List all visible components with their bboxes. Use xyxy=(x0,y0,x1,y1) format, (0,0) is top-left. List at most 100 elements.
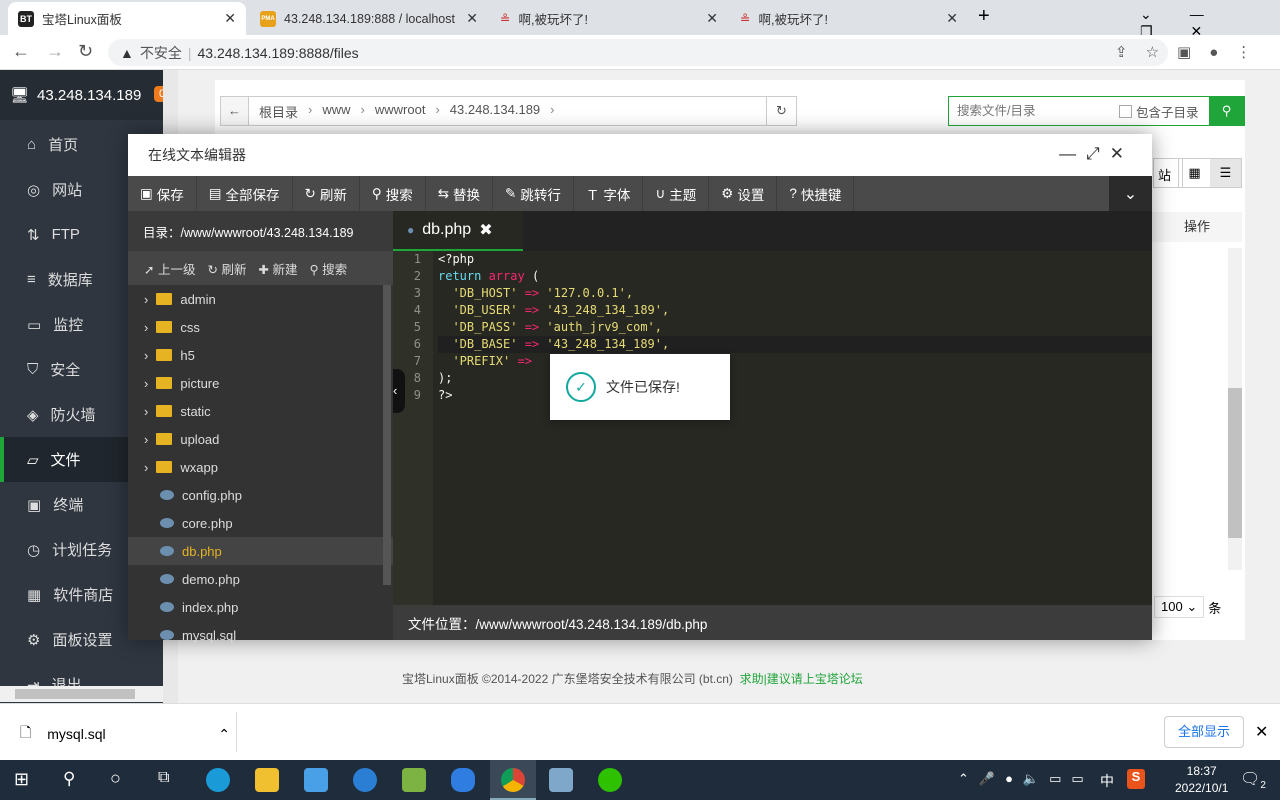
grid-view-icon[interactable]: ▦ xyxy=(1179,159,1210,187)
browser-tab[interactable]: ≗ 啊,被玩坏了! ✕ xyxy=(730,2,968,35)
directory-path: 目录：/www/wwwroot/43.248.134.189 xyxy=(128,211,393,251)
download-item[interactable]: 🗋 mysql.sql ⌃ xyxy=(20,722,230,746)
php-file-icon: ● xyxy=(407,223,415,237)
breadcrumb-item[interactable]: 43.248.134.189 xyxy=(450,102,540,121)
close-tab-icon[interactable]: ✖ xyxy=(479,220,492,240)
browser-tab[interactable]: ≗ 啊,被玩坏了! ✕ xyxy=(490,2,728,35)
code-line: 'PREFIX' => xyxy=(438,353,1152,370)
toolbar-button[interactable]: ▣ 保存 xyxy=(128,176,197,211)
search-input[interactable] xyxy=(949,104,1119,118)
close-icon[interactable]: ✕ xyxy=(946,10,958,27)
toolbar-button[interactable]: ⇆ 替换 xyxy=(426,176,494,211)
notepad-icon[interactable] xyxy=(402,768,426,792)
forward-icon[interactable]: → xyxy=(46,41,64,62)
breadcrumb-item[interactable]: wwwroot xyxy=(375,102,426,121)
include-subdir-checkbox[interactable] xyxy=(1119,104,1132,118)
collapse-panel-icon[interactable]: ‹ xyxy=(393,369,405,413)
maximize-icon[interactable]: ⤢ xyxy=(1086,144,1110,163)
tree-item[interactable]: demo.php xyxy=(128,565,393,593)
app-icon[interactable] xyxy=(304,768,328,792)
browser-tab-strip: BT 宝塔Linux面板 ✕ PMA 43.248.134.189:888 / loc… xyxy=(0,0,1280,39)
toolbar-button[interactable]: ∪ 主题 xyxy=(643,176,710,211)
show-all-button[interactable]: 全部显示 xyxy=(1164,716,1244,748)
toolbar-button[interactable]: ⚲ 搜索 xyxy=(360,176,426,211)
horizontal-scrollbar[interactable] xyxy=(0,686,163,702)
file-toolbar-button[interactable]: ➚ 上一级 xyxy=(144,259,195,278)
refresh-icon[interactable]: ↻ xyxy=(766,97,796,125)
tree-item[interactable]: › static xyxy=(128,397,393,425)
wechat-icon[interactable] xyxy=(598,768,622,792)
tree-item[interactable]: › h5 xyxy=(128,341,393,369)
close-icon[interactable]: ✕ xyxy=(224,10,236,27)
task-view-icon[interactable]: ⧉ xyxy=(158,769,169,787)
view-toggle[interactable]: ▦ ☰ xyxy=(1178,158,1242,188)
close-icon[interactable]: ✕ xyxy=(706,10,718,27)
cortana-icon[interactable]: ○ xyxy=(110,768,121,789)
cloud-icon[interactable] xyxy=(451,768,475,792)
breadcrumb: ← 根目录 › www › wwwroot › 43.248.134.189 › ↻ xyxy=(220,96,797,126)
search-button[interactable]: ⚲ xyxy=(1209,96,1244,126)
tree-item[interactable]: config.php xyxy=(128,481,393,509)
reload-icon[interactable]: ↻ xyxy=(78,41,93,62)
tree-item[interactable]: › upload xyxy=(128,425,393,453)
breadcrumb-item[interactable]: www xyxy=(322,102,350,121)
tree-item[interactable]: index.php xyxy=(128,593,393,621)
code-area[interactable]: <?php return array ( 'DB_HOST' => '127.0.… xyxy=(433,251,1152,605)
url-input[interactable]: ▲ 不安全 | 43.248.134.189:8888/files xyxy=(108,39,1168,66)
editor-tab[interactable]: ● db.php ✖ xyxy=(393,211,523,251)
edge-icon[interactable] xyxy=(206,768,230,792)
tree-item[interactable]: › admin xyxy=(128,285,393,313)
toolbar-button[interactable]: ▤ 全部保存 xyxy=(197,176,293,211)
sidebar-item-label: 网站 xyxy=(52,182,83,199)
remote-desktop-icon[interactable] xyxy=(549,768,573,792)
chevron-up-icon[interactable]: ⌃ xyxy=(218,726,230,743)
search-icon: ⚲ xyxy=(309,262,319,277)
code-line: return array ( xyxy=(438,268,1152,285)
app-icon[interactable] xyxy=(353,768,377,792)
check-icon: ✓ xyxy=(566,372,596,402)
forum-link[interactable]: 求助|建议请上宝塔论坛 xyxy=(740,672,863,686)
close-icon[interactable]: ✕ xyxy=(1255,722,1268,742)
browser-tab[interactable]: PMA 43.248.134.189:888 / localhost ✕ xyxy=(250,2,488,35)
tree-item[interactable]: › wxapp xyxy=(128,453,393,481)
tree-item[interactable]: mysql.sql xyxy=(128,621,393,649)
search-icon[interactable]: ⚲ xyxy=(63,769,75,789)
toolbar-button[interactable]: ? 快捷键 xyxy=(777,176,855,211)
database-icon: ≡ xyxy=(27,271,36,288)
toolbar-button[interactable]: ↻ 刷新 xyxy=(293,176,360,211)
explorer-icon[interactable] xyxy=(255,768,279,792)
sogou-icon[interactable]: S xyxy=(1127,769,1145,789)
breadcrumb-item[interactable]: 根目录 xyxy=(259,102,298,121)
minimize-icon[interactable]: — xyxy=(1059,144,1086,163)
file-toolbar-button[interactable]: ⚲ 搜索 xyxy=(309,259,347,278)
php-file-icon xyxy=(160,602,174,612)
notification-icon[interactable]: 🗨2 xyxy=(1240,769,1266,791)
close-icon[interactable]: ✕ xyxy=(1110,144,1134,163)
tree-item[interactable]: › css xyxy=(128,313,393,341)
clock[interactable]: 18:37 2022/10/1 xyxy=(1175,763,1228,797)
file-toolbar-button[interactable]: ✚ 新建 xyxy=(258,259,297,278)
list-view-icon[interactable]: ☰ xyxy=(1210,159,1241,187)
toolbar-button[interactable]: Ｔ 字体 xyxy=(574,176,644,211)
chrome-taskbar-item[interactable] xyxy=(490,760,536,800)
table-scrollbar[interactable] xyxy=(1228,248,1242,570)
back-arrow-icon[interactable]: ← xyxy=(221,97,249,125)
back-icon[interactable]: ← xyxy=(12,41,30,62)
tree-item[interactable]: core.php xyxy=(128,509,393,537)
tree-scrollbar[interactable] xyxy=(383,285,391,585)
close-icon[interactable]: ✕ xyxy=(466,10,478,27)
chevron-down-icon[interactable]: ⌄ xyxy=(1109,176,1152,211)
toolbar-button[interactable]: ✎ 跳转行 xyxy=(493,176,574,211)
toolbar-button[interactable]: ⚙ 设置 xyxy=(709,176,778,211)
per-page-select[interactable]: 100 ⌄ xyxy=(1154,596,1205,618)
tree-item[interactable]: › picture xyxy=(128,369,393,397)
windows-start-icon[interactable]: ⊞ xyxy=(14,769,29,790)
file-toolbar-label: 上一级 xyxy=(157,262,196,277)
toolbar-icons[interactable]: ⇪☆▣●⋮ xyxy=(1115,43,1269,61)
ime-indicator[interactable]: 中 xyxy=(1100,771,1114,791)
system-tray[interactable]: ⌃🎤●🔈▭▭ xyxy=(958,771,1094,787)
tree-item[interactable]: db.php xyxy=(128,537,393,565)
file-toolbar-button[interactable]: ↻ 刷新 xyxy=(207,259,246,278)
new-tab-button[interactable]: + xyxy=(978,5,990,28)
browser-tab[interactable]: BT 宝塔Linux面板 ✕ xyxy=(8,2,246,35)
